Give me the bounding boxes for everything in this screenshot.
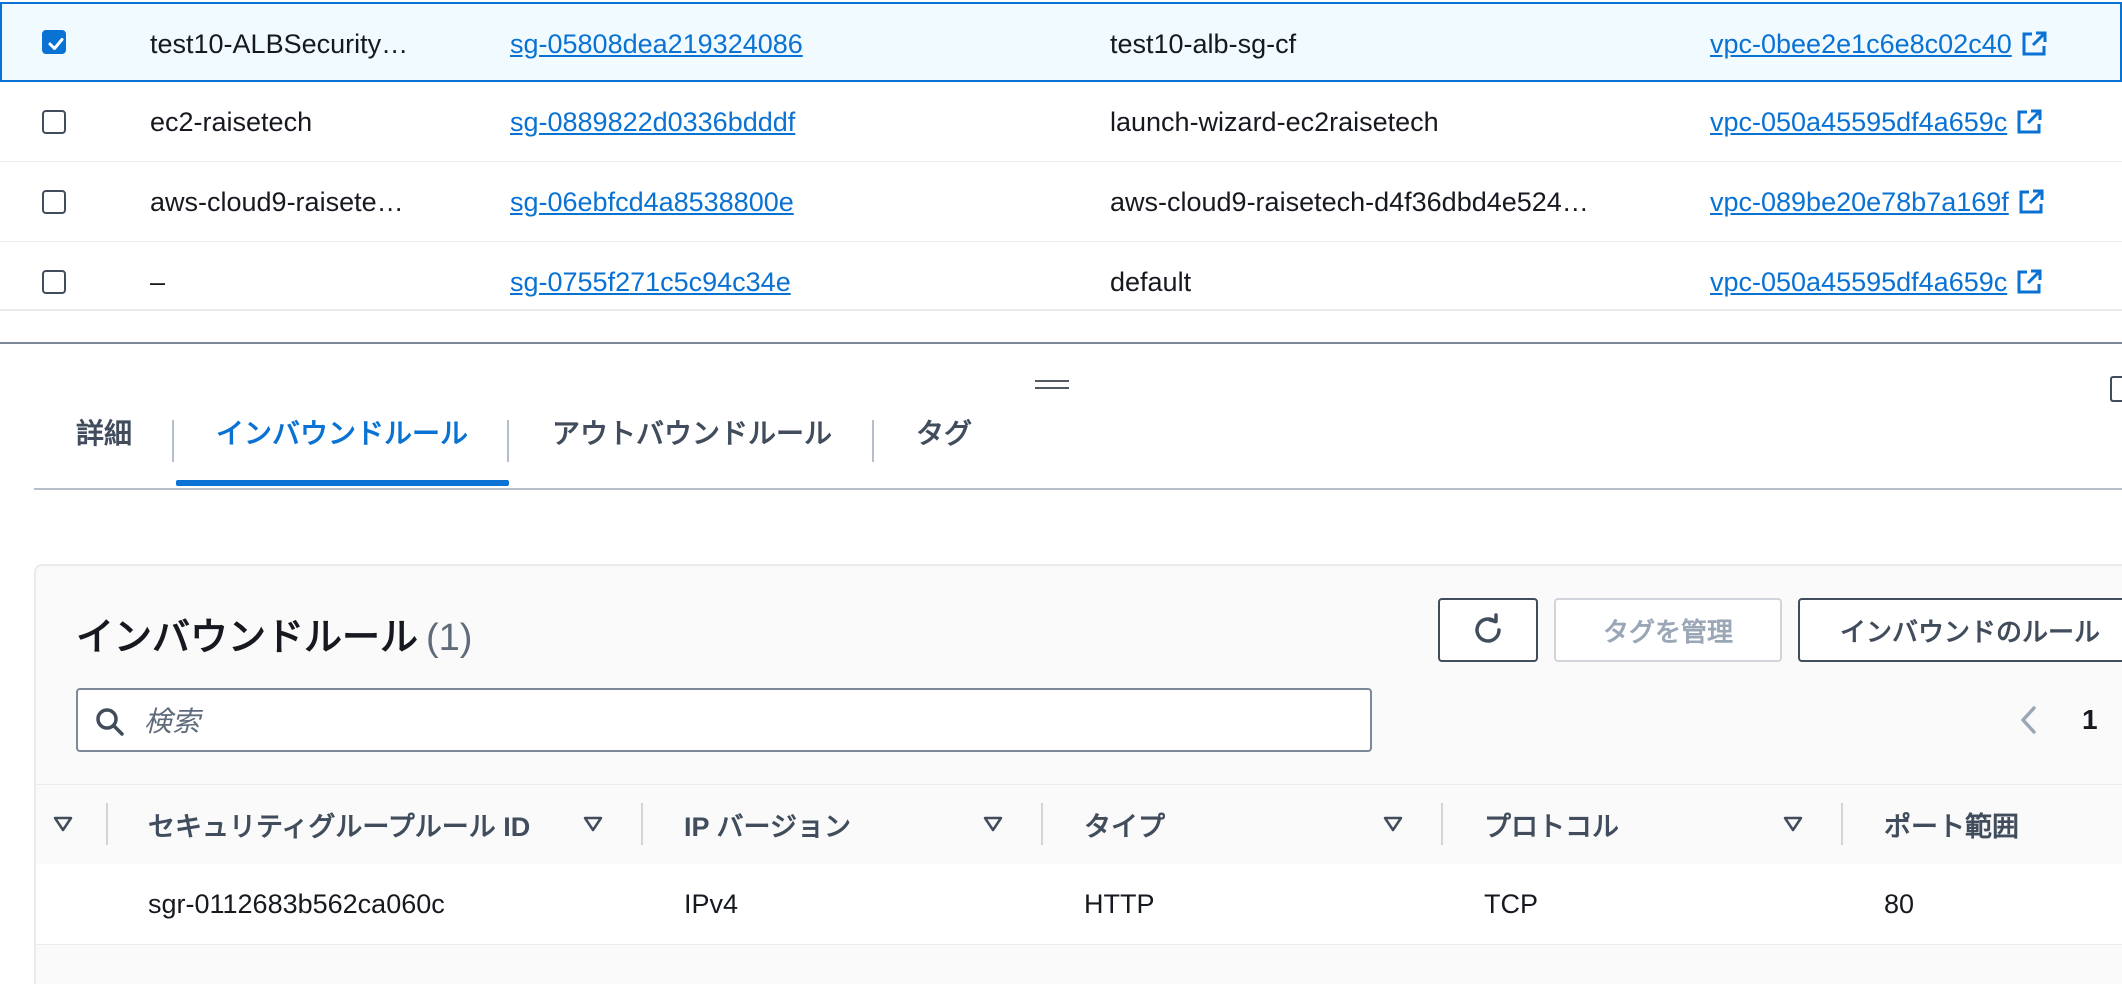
table-row[interactable]: ec2-raisetech sg-0889822d0336bdddf launc… (0, 82, 2122, 162)
external-link-icon (2022, 31, 2047, 56)
sg-name: aws-cloud9-raisete… (150, 186, 404, 217)
column-separator (1441, 803, 1443, 845)
column-header-rule-id[interactable]: セキュリティグループルール ID (148, 785, 530, 863)
external-link-icon (2017, 269, 2042, 294)
column-header-type[interactable]: タイプ (1084, 785, 1165, 863)
sg-id-link[interactable]: sg-06ebfcd4a8538800e (510, 162, 794, 242)
sort-caret-icon[interactable] (982, 815, 1004, 833)
tab-separator (172, 420, 174, 462)
tab-separator (507, 420, 509, 462)
external-link-icon (2017, 109, 2042, 134)
sort-caret-icon[interactable] (582, 815, 604, 833)
column-separator (1041, 803, 1043, 845)
tab-separator (872, 420, 874, 462)
column-separator (641, 803, 643, 845)
vpc-id-link[interactable]: vpc-089be20e78b7a169f (1710, 162, 2045, 242)
tab-outbound-rules[interactable]: アウトバウンドルール (552, 400, 872, 486)
table-bottom-border (0, 310, 2122, 311)
rule-id: sgr-0112683b562ca060c (148, 888, 445, 919)
rule-type: HTTP (1084, 888, 1155, 919)
panel-preferences-icon[interactable] (2110, 376, 2122, 402)
search-placeholder: 検索 (144, 706, 201, 737)
edit-inbound-rules-button[interactable]: インバウンドのルール (1798, 598, 2122, 662)
tab-details[interactable]: 詳細 (76, 400, 166, 486)
table-row[interactable]: sgr-0112683b562ca060c IPv4 HTTP TCP 80 (36, 864, 2122, 945)
sg-id-link[interactable]: sg-0889822d0336bdddf (510, 82, 795, 162)
detail-tabs: 詳細 インバウンドルール アウトバウンドルール タグ (34, 400, 2122, 490)
protocol: TCP (1484, 888, 1538, 919)
table-row[interactable]: – sg-0755f271c5c94c34e default vpc-050a4… (0, 242, 2122, 310)
sg-group-name: test10-alb-sg-cf (1110, 28, 1297, 59)
table-row[interactable]: aws-cloud9-raisete… sg-06ebfcd4a8538800e… (0, 162, 2122, 242)
row-checkbox[interactable] (42, 190, 66, 214)
sg-name: test10-ALBSecurity… (150, 28, 409, 59)
table-row[interactable]: test10-ALBSecurity… sg-05808dea219324086… (0, 2, 2122, 82)
sort-caret-icon[interactable] (1782, 815, 1804, 833)
refresh-button[interactable] (1438, 598, 1538, 662)
manage-tags-button[interactable]: タグを管理 (1554, 598, 1782, 662)
row-checkbox[interactable] (42, 270, 66, 294)
external-link-icon (2019, 189, 2044, 214)
port-range: 80 (1884, 888, 1915, 919)
column-separator (1841, 803, 1843, 845)
sort-caret-icon[interactable] (1382, 815, 1404, 833)
sg-group-name: launch-wizard-ec2raisetech (1110, 106, 1439, 137)
tab-tags[interactable]: タグ (916, 400, 996, 486)
resize-handle-icon[interactable] (1035, 380, 1069, 392)
sg-group-name: aws-cloud9-raisetech-d4f36dbd4e524… (1110, 186, 1589, 217)
previous-page-icon[interactable] (2016, 704, 2042, 736)
split-panel-divider[interactable] (0, 342, 2122, 344)
page-number[interactable]: 1 (2082, 704, 2098, 736)
row-checkbox[interactable] (42, 30, 66, 54)
sg-id-link[interactable]: sg-05808dea219324086 (510, 4, 803, 84)
container-title: インバウンドルール (1) (76, 606, 472, 661)
vpc-id-link[interactable]: vpc-0bee2e1c6e8c02c40 (1710, 4, 2048, 84)
column-header-port-range[interactable]: ポート範囲 (1884, 785, 2019, 863)
column-header-ip-version[interactable]: IP バージョン (684, 785, 851, 863)
ip-version: IPv4 (684, 888, 739, 919)
check-icon (48, 38, 64, 50)
active-tab-indicator (176, 480, 509, 486)
rule-count: (1) (426, 617, 473, 659)
tab-inbound-rules[interactable]: インバウンドルール (216, 400, 516, 486)
inbound-rules-container: インバウンドルール (1) タグを管理 インバウンドのルール 検索 1 セキュリテ… (34, 564, 2122, 984)
search-input[interactable]: 検索 (76, 688, 1372, 752)
vpc-id-link[interactable]: vpc-050a45595df4a659c (1710, 82, 2043, 162)
row-checkbox[interactable] (42, 110, 66, 134)
column-header-protocol[interactable]: プロトコル (1484, 785, 1619, 863)
column-separator (106, 803, 108, 845)
rules-table-header: セキュリティグループルール ID IP バージョン タイプ プロトコル ポート範… (36, 784, 2122, 866)
sg-name: ec2-raisetech (150, 106, 313, 137)
sort-caret-icon[interactable] (52, 815, 74, 833)
refresh-icon (1475, 613, 1501, 643)
search-icon (96, 708, 124, 736)
inbound-rules-heading: インバウンドルール (76, 617, 419, 659)
